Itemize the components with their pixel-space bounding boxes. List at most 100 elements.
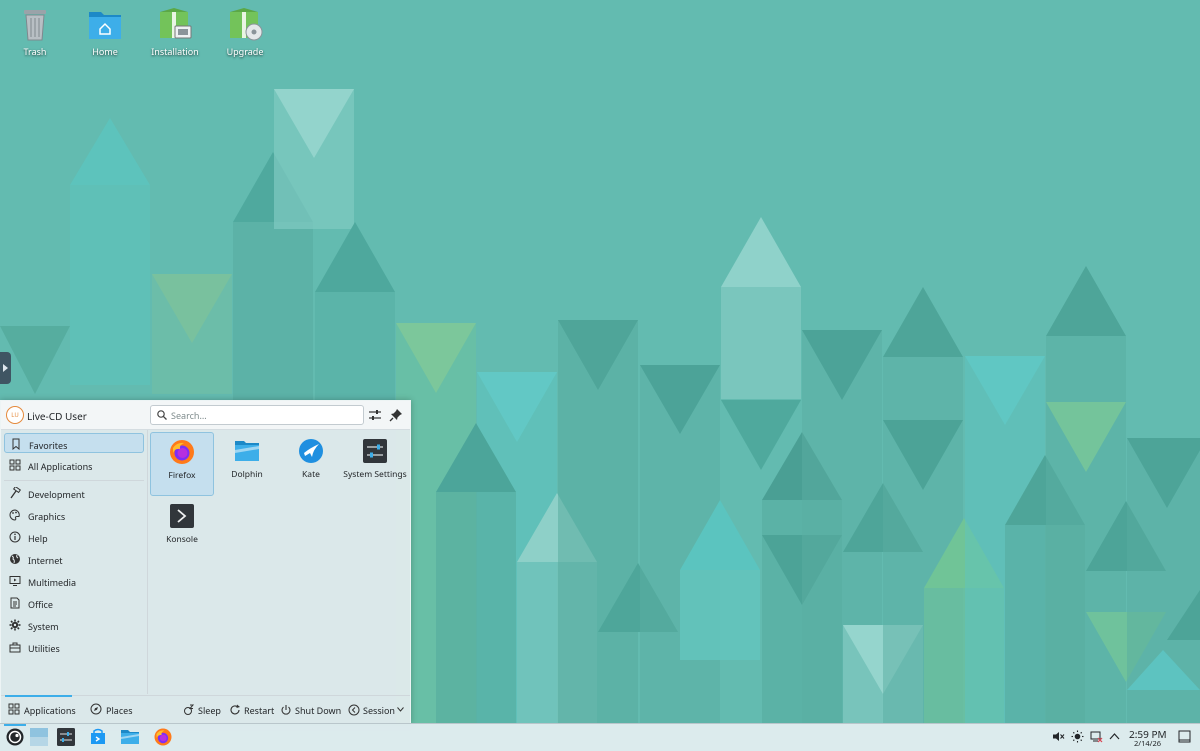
panel-expand-handle[interactable]	[0, 352, 11, 384]
app-konsole[interactable]: Konsole	[150, 497, 214, 561]
category-label: Office	[28, 598, 53, 611]
launcher-footer: Applications Places Sleep Restart Shut D…	[1, 695, 410, 724]
kate-icon	[299, 439, 323, 463]
category-multimedia[interactable]: Multimedia	[4, 571, 144, 591]
discover-icon[interactable]	[89, 728, 107, 746]
restart-label: Restart	[244, 704, 275, 717]
session-icon	[348, 704, 360, 716]
user-avatar[interactable]: LU	[6, 406, 24, 424]
category-favorites[interactable]: Favorites	[4, 433, 144, 453]
shut-down-button[interactable]: Shut Down	[280, 701, 342, 721]
launcher-active-indicator	[4, 724, 26, 726]
firefox-icon	[170, 440, 194, 464]
app-launcher-icon[interactable]	[6, 728, 24, 746]
virtual-desktop-pager-icon[interactable]	[30, 728, 48, 746]
search-input[interactable]	[169, 407, 359, 423]
tab-places[interactable]: Places	[86, 701, 136, 721]
category-label: All Applications	[28, 460, 93, 473]
palette-icon	[9, 509, 20, 521]
shut-down-label: Shut Down	[295, 704, 342, 717]
monitor-play-icon	[9, 576, 21, 586]
configure-icon[interactable]	[367, 407, 383, 423]
session-label: Session	[363, 704, 395, 717]
gear-icon	[9, 619, 21, 631]
category-label: Favorites	[29, 439, 68, 452]
app-label: Dolphin	[231, 469, 263, 480]
category-label: Development	[28, 488, 85, 501]
system-settings-task-icon[interactable]	[57, 728, 75, 746]
restart-icon	[230, 704, 240, 715]
category-internet[interactable]: Internet	[4, 549, 144, 569]
app-firefox[interactable]: Firefox	[150, 432, 214, 496]
chevron-down-icon	[397, 707, 404, 712]
session-button[interactable]: Session	[348, 701, 406, 721]
desktop-icon-upgrade[interactable]: Upgrade	[210, 6, 280, 58]
home-folder-icon	[87, 6, 123, 42]
toolbox-icon	[9, 642, 21, 653]
installation-icon	[157, 6, 193, 42]
app-label: System Settings	[343, 469, 407, 480]
app-label: Firefox	[168, 470, 196, 481]
clock-date[interactable]: 2/14/26	[1134, 739, 1161, 749]
app-dolphin[interactable]: Dolphin	[215, 432, 279, 496]
network-disconnected-icon[interactable]	[1090, 730, 1103, 743]
taskbar: 2:59 PM 2/14/26	[0, 723, 1200, 751]
category-label: Graphics	[28, 510, 66, 523]
globe-icon	[10, 554, 20, 564]
chevron-up-icon[interactable]	[1108, 730, 1121, 743]
launcher-header: LU Live-CD User	[1, 401, 410, 430]
desktop-icon-trash[interactable]: Trash	[0, 6, 70, 58]
dolphin-task-icon[interactable]	[121, 728, 139, 746]
active-tab-indicator	[5, 695, 72, 697]
power-icon	[281, 705, 291, 715]
category-sidebar: Favorites All Applications Development G…	[1, 430, 148, 694]
tab-applications[interactable]: Applications	[4, 701, 76, 721]
category-separator	[4, 480, 144, 481]
restart-button[interactable]: Restart	[229, 701, 277, 721]
tab-label: Applications	[24, 704, 76, 717]
desktop-icon-label: Trash	[23, 45, 47, 58]
desktop-icon-label: Home	[92, 45, 118, 58]
category-utilities[interactable]: Utilities	[4, 637, 144, 657]
desktop-icon-label: Installation	[151, 45, 199, 58]
category-label: Internet	[28, 554, 63, 567]
app-label: Konsole	[166, 534, 198, 545]
upgrade-icon	[227, 6, 263, 42]
document-icon	[10, 597, 20, 609]
category-help[interactable]: Help	[4, 527, 144, 547]
category-all-applications[interactable]: All Applications	[4, 455, 144, 475]
application-launcher: LU Live-CD User Favorites All Applicatio…	[0, 400, 411, 724]
volume-muted-icon[interactable]	[1052, 730, 1065, 743]
hammer-icon	[10, 487, 21, 499]
category-graphics[interactable]: Graphics	[4, 505, 144, 525]
category-system[interactable]: System	[4, 615, 144, 635]
bookmark-icon	[12, 438, 20, 450]
desktop-icon-home[interactable]: Home	[70, 6, 140, 58]
system-settings-icon	[363, 439, 387, 463]
show-desktop-icon[interactable]	[1178, 730, 1191, 743]
app-system-settings[interactable]: System Settings	[343, 432, 407, 496]
grid-icon	[8, 703, 20, 715]
trash-icon	[17, 6, 53, 42]
app-kate[interactable]: Kate	[279, 432, 343, 496]
brightness-icon[interactable]	[1071, 730, 1084, 743]
user-name: Live-CD User	[27, 409, 87, 423]
desktop-icon-label: Upgrade	[226, 45, 264, 58]
category-label: Help	[28, 532, 48, 545]
sleep-label: Sleep	[198, 704, 221, 717]
category-label: Utilities	[28, 642, 60, 655]
search-box[interactable]	[150, 405, 364, 425]
konsole-icon	[170, 504, 194, 528]
pin-icon[interactable]	[388, 407, 404, 423]
desktop-icon-installation[interactable]: Installation	[140, 6, 210, 58]
sleep-icon	[184, 704, 195, 715]
sleep-button[interactable]: Sleep	[183, 701, 225, 721]
category-label: System	[28, 620, 59, 633]
category-development[interactable]: Development	[4, 483, 144, 503]
firefox-task-icon[interactable]	[154, 728, 172, 746]
app-label: Kate	[302, 469, 320, 480]
category-label: Multimedia	[28, 576, 77, 589]
search-icon	[157, 410, 167, 420]
grid-icon	[9, 459, 21, 471]
category-office[interactable]: Office	[4, 593, 144, 613]
